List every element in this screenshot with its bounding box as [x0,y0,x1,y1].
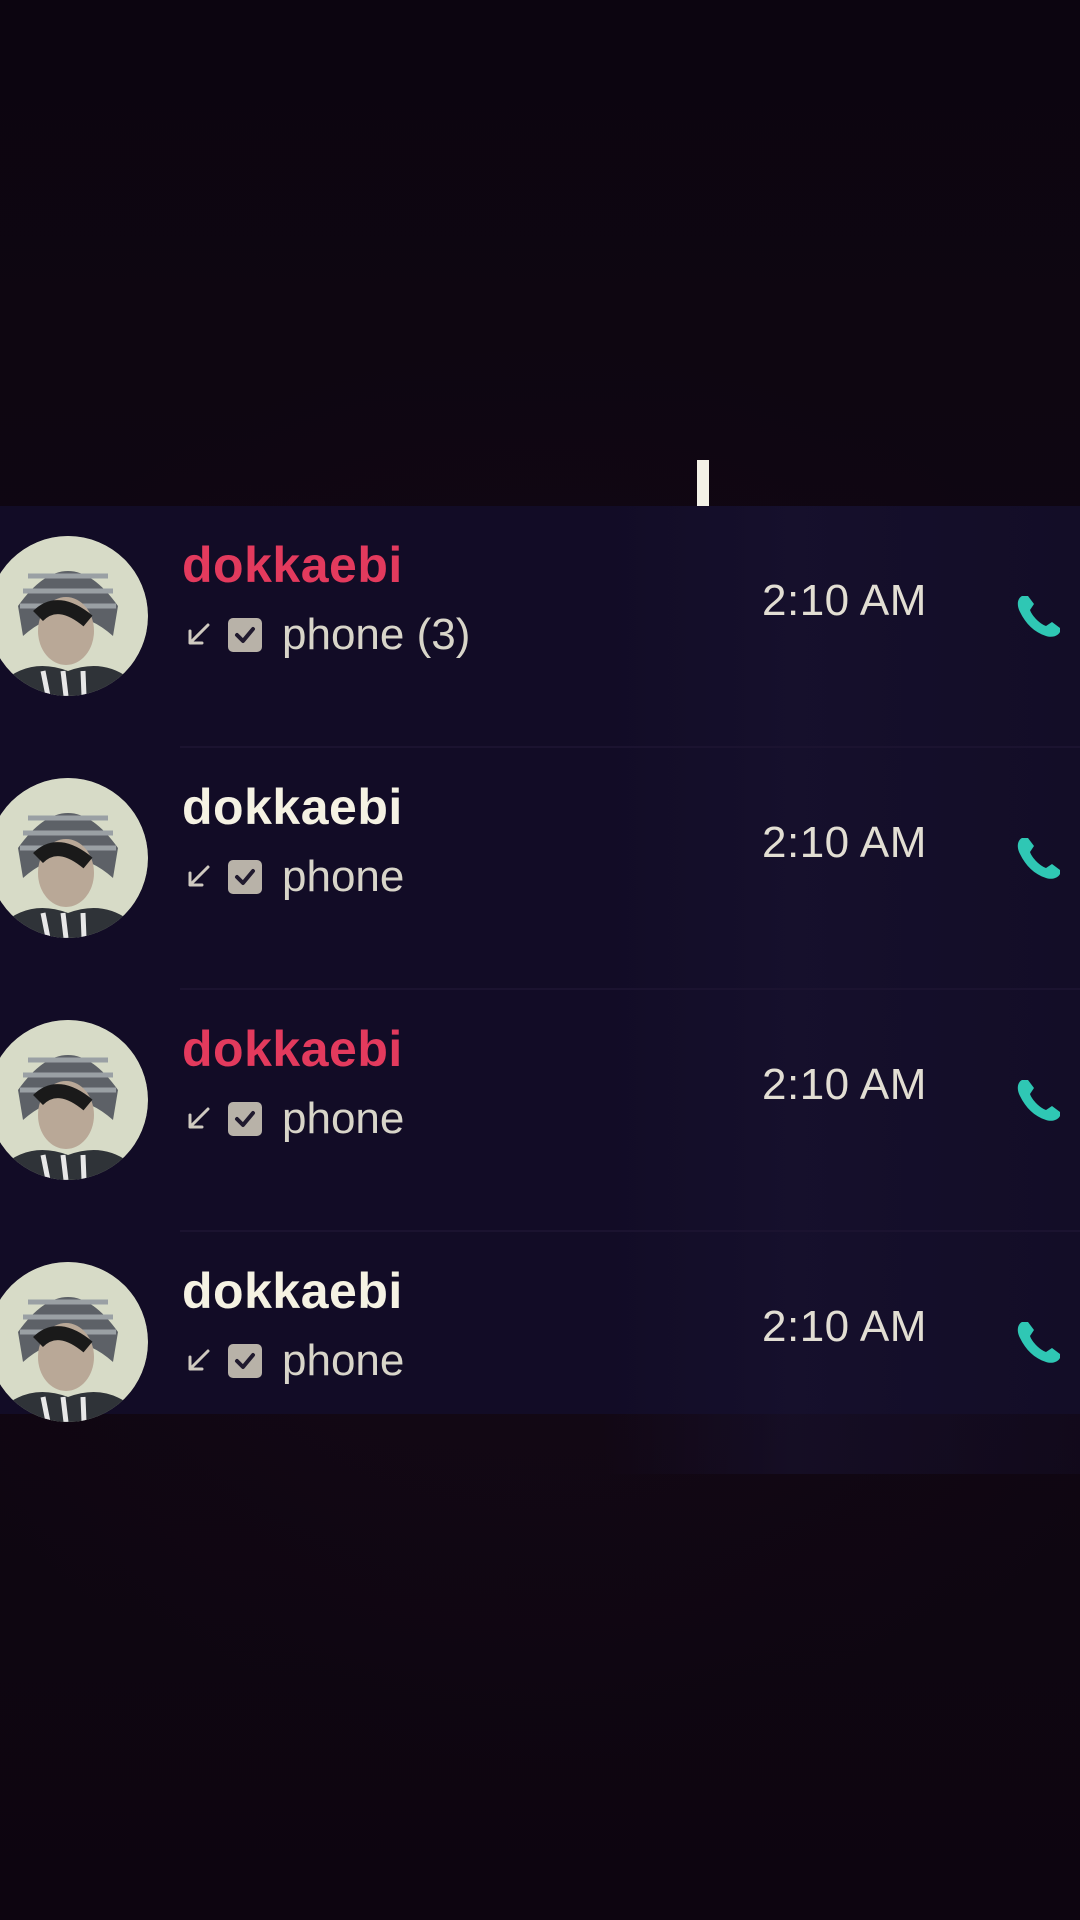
avatar-image [0,1020,148,1180]
call-log-entry[interactable]: dokkaebi phone (3) 2:10 AM [0,506,1080,748]
contact-avatar[interactable] [0,1020,148,1180]
call-type-label: phone (3) [282,610,471,659]
contact-avatar[interactable] [0,778,148,938]
phone-icon [1017,838,1060,879]
call-meta: phone (3) [182,610,470,660]
incoming-arrow-icon [188,865,210,887]
call-back-button[interactable] [1008,586,1068,646]
call-meta: phone [182,1094,404,1144]
call-meta: phone [182,1336,404,1386]
checkbox-icon [228,860,262,894]
checkbox-icon [228,618,262,652]
phone-icon [1017,596,1060,637]
avatar-image [0,536,148,696]
contact-avatar[interactable] [0,1262,148,1422]
call-type-label: phone [282,1336,405,1385]
contact-name: dokkaebi [182,1021,403,1077]
call-log-entry[interactable]: dokkaebi phone 2:10 AM [0,990,1080,1232]
call-back-button[interactable] [1008,1312,1068,1372]
incoming-arrow-icon [188,1107,210,1129]
call-log-entry[interactable]: dokkaebi phone 2:10 AM [0,748,1080,990]
call-time: 2:10 AM [762,576,927,625]
checkbox-icon [228,1102,262,1136]
call-type-label: phone [282,1094,405,1143]
avatar-image [0,778,148,938]
call-meta: phone [182,852,404,902]
incoming-arrow-icon [188,1349,210,1371]
avatar-image [0,1262,148,1422]
text-cursor [697,460,709,510]
call-back-button[interactable] [1008,828,1068,888]
contact-name: dokkaebi [182,779,403,835]
call-time: 2:10 AM [762,1302,927,1351]
call-log-entry[interactable]: dokkaebi phone 2:10 AM [0,1232,1080,1474]
call-log-list: dokkaebi phone (3) 2:10 AM dokkaebi phon… [0,506,1080,1474]
call-time: 2:10 AM [762,818,927,867]
call-type-label: phone [282,852,405,901]
contact-name: dokkaebi [182,1263,403,1319]
contact-name: dokkaebi [182,537,403,593]
screen: dokkaebi phone (3) 2:10 AM dokkaebi phon… [0,0,1080,1920]
contact-avatar[interactable] [0,536,148,696]
incoming-arrow-icon [188,623,210,645]
checkbox-icon [228,1344,262,1378]
phone-icon [1017,1080,1060,1121]
phone-icon [1017,1322,1060,1363]
call-back-button[interactable] [1008,1070,1068,1130]
call-time: 2:10 AM [762,1060,927,1109]
